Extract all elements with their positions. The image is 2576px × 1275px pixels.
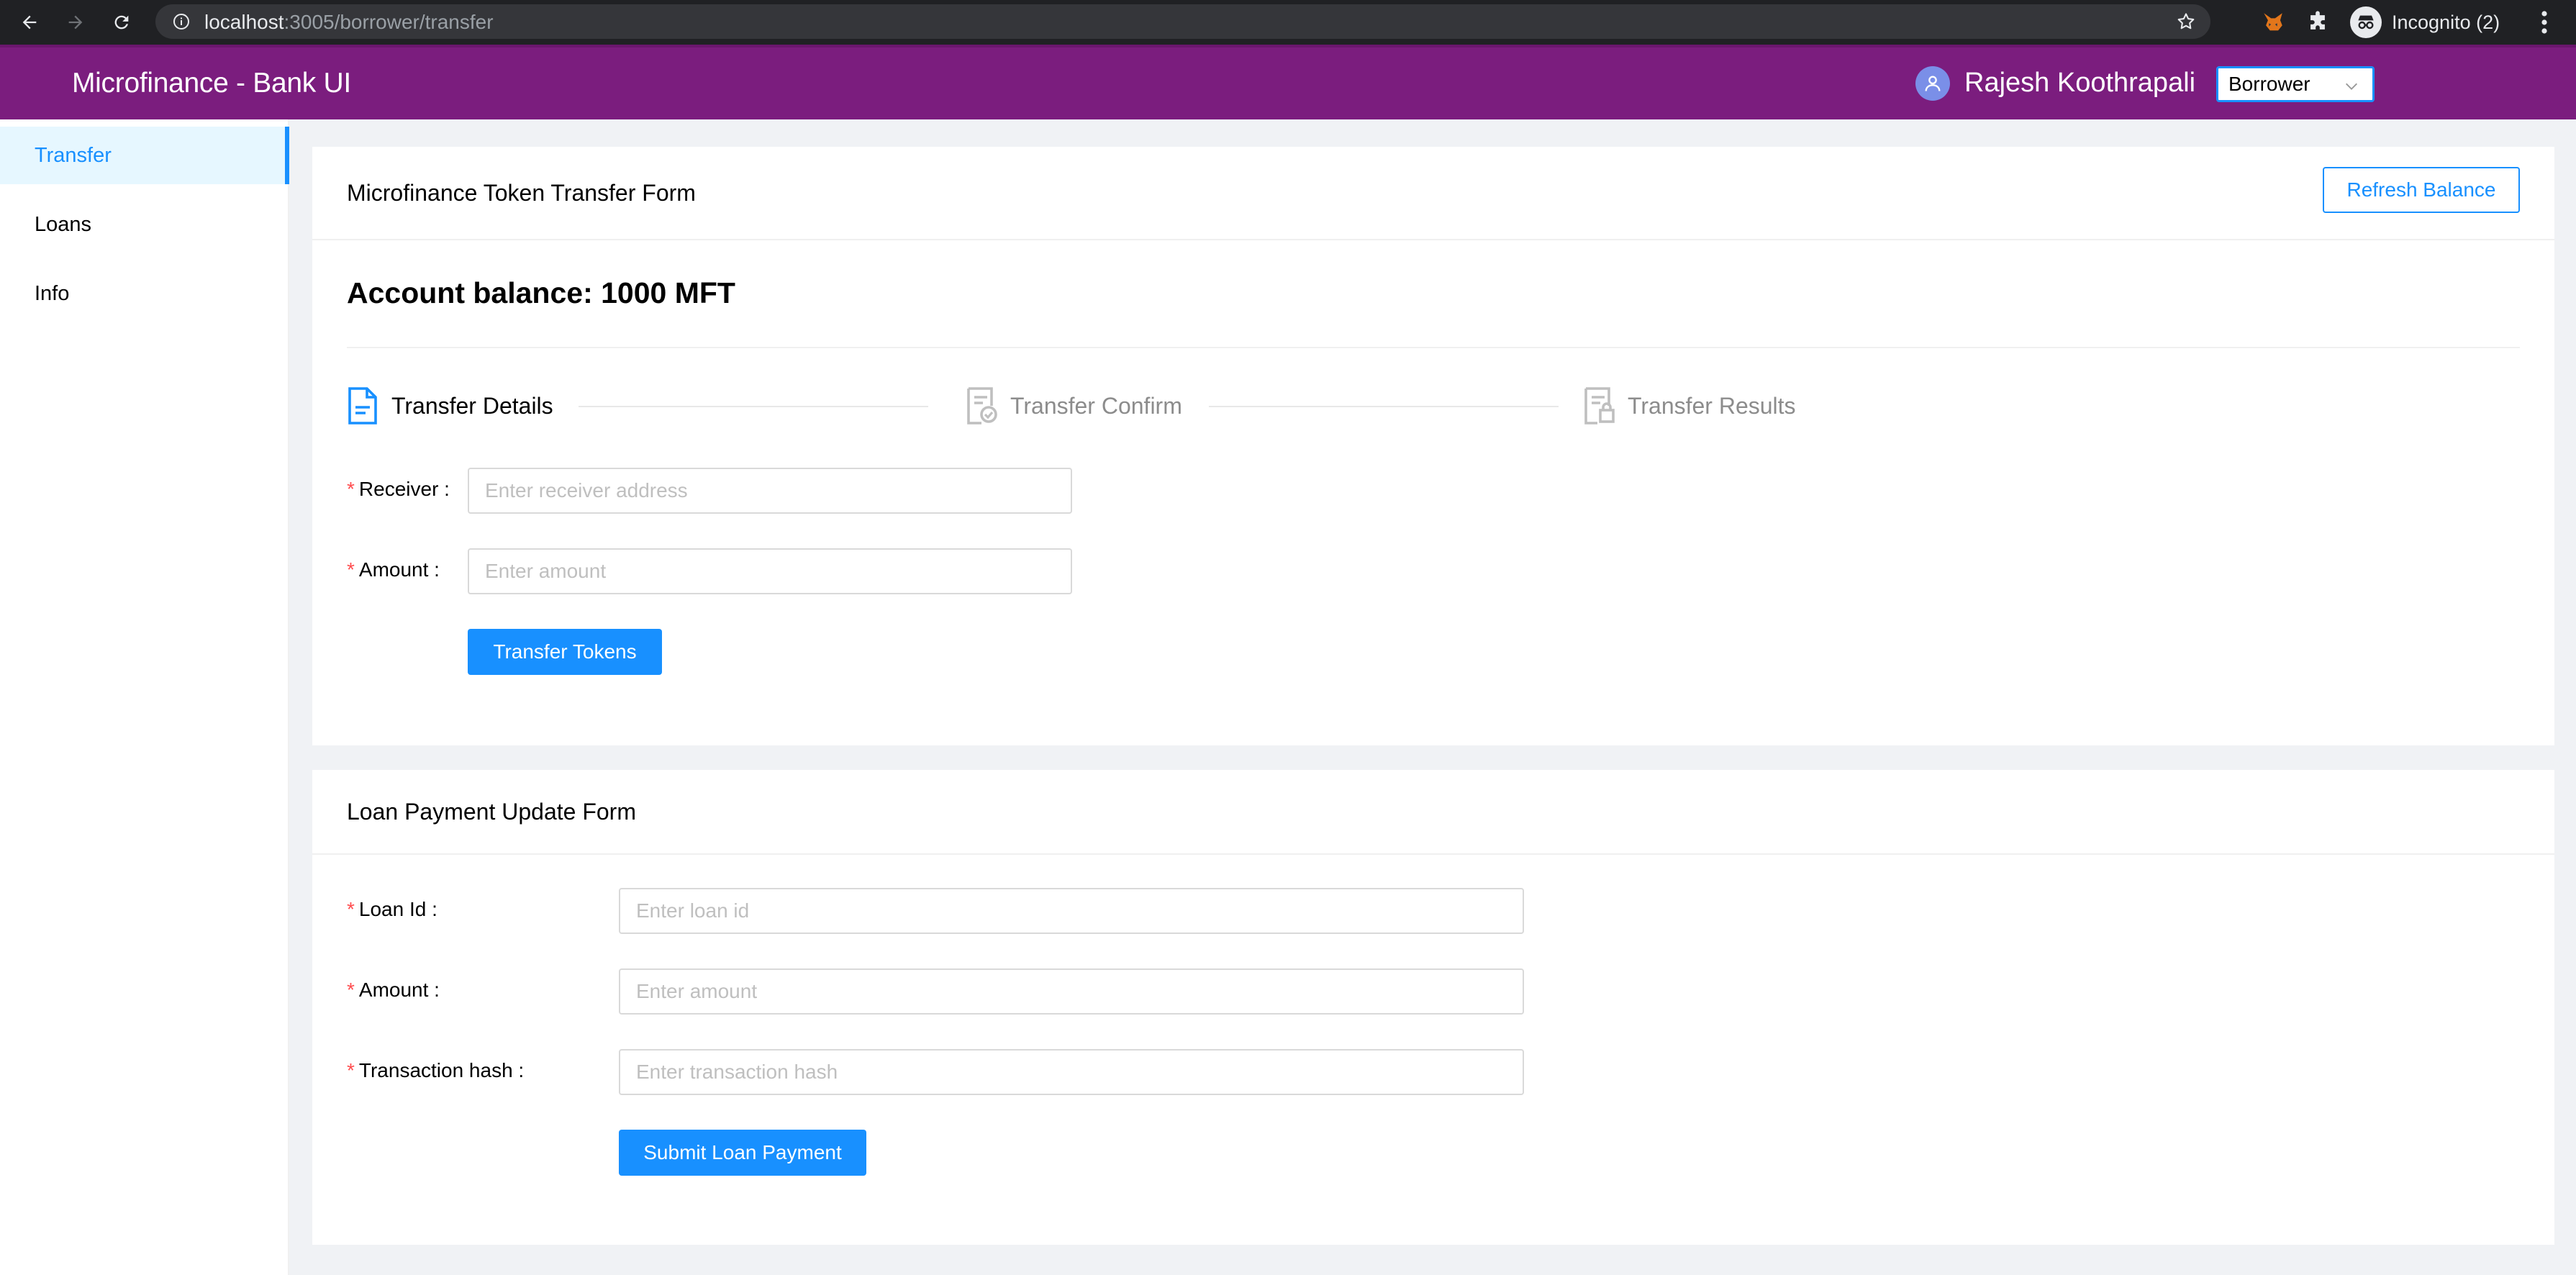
sidebar-item-label: Transfer [35, 143, 112, 167]
sidebar-item-transfer[interactable]: Transfer [0, 127, 289, 184]
url-text: localhost:3005/borrower/transfer [204, 11, 494, 33]
sidebar-item-info[interactable]: Info [0, 265, 289, 322]
info-icon[interactable] [173, 13, 190, 30]
role-select[interactable]: Borrower [2216, 66, 2375, 102]
metamask-fox-icon[interactable] [2261, 10, 2285, 35]
account-balance: Account balance: 1000 MFT [347, 276, 735, 309]
step-transfer-confirm: Transfer Confirm [966, 386, 1182, 426]
incognito-profile[interactable]: Incognito (2) [2350, 6, 2500, 39]
required-asterisk: * [347, 1059, 355, 1081]
step-label: Transfer Details [391, 392, 553, 419]
required-asterisk: * [347, 558, 355, 581]
transfer-amount-input[interactable] [468, 548, 1072, 594]
incognito-icon [2350, 6, 2382, 38]
back-arrow-icon[interactable] [16, 9, 43, 36]
sidebar-item-label: Info [35, 281, 70, 305]
divider [347, 347, 2520, 348]
required-asterisk: * [347, 979, 355, 1001]
tx-hash-input[interactable] [619, 1049, 1524, 1095]
required-asterisk: * [347, 478, 355, 500]
step-label: Transfer Results [1628, 392, 1796, 419]
browser-toolbar: localhost:3005/borrower/transfer Incogni… [0, 0, 2576, 45]
loan-card-title: Loan Payment Update Form [347, 799, 636, 825]
bookmark-star-icon[interactable] [2176, 12, 2196, 32]
role-select-value: Borrower [2228, 73, 2310, 95]
step-label: Transfer Confirm [1010, 392, 1182, 419]
transfer-card-title: Microfinance Token Transfer Form [347, 180, 696, 206]
loan-payment-card: Loan Payment Update Form *Loan Id : *Amo… [312, 770, 2554, 1245]
sidebar-item-label: Loans [35, 212, 92, 236]
file-protect-icon [1584, 387, 1615, 425]
user-avatar-icon [1915, 66, 1950, 101]
receiver-input[interactable] [468, 468, 1072, 514]
loan-card-header: Loan Payment Update Form [312, 770, 2554, 855]
address-bar[interactable]: localhost:3005/borrower/transfer [155, 4, 2210, 39]
step-transfer-details: Transfer Details [347, 386, 553, 426]
step-connector [1209, 406, 1559, 407]
app-title: Microfinance - Bank UI [72, 68, 351, 99]
loan-amount-label: * Amount : [347, 979, 440, 1001]
browser-menu-icon[interactable] [2539, 9, 2550, 35]
forward-arrow-icon[interactable] [62, 9, 89, 36]
transfer-amount-label: * Amount : [347, 558, 440, 581]
file-text-icon [348, 387, 377, 425]
loan-id-input[interactable] [619, 888, 1524, 934]
receiver-label: * Receiver : [347, 478, 450, 500]
required-asterisk: * [347, 898, 355, 920]
incognito-label: Incognito (2) [2392, 11, 2500, 33]
extensions-puzzle-icon[interactable] [2305, 10, 2330, 35]
transfer-card-header: Microfinance Token Transfer Form Refresh… [312, 147, 2554, 240]
tx-hash-label: * Transaction hash : [347, 1059, 525, 1081]
loan-id-label: * Loan Id : [347, 898, 437, 920]
loan-amount-input[interactable] [619, 968, 1524, 1015]
file-check-icon [967, 387, 997, 425]
step-transfer-results: Transfer Results [1583, 386, 1796, 426]
sidebar-item-loans[interactable]: Loans [0, 196, 289, 253]
chevron-down-icon [2346, 83, 2357, 90]
submit-loan-payment-button[interactable]: Submit Loan Payment [619, 1130, 866, 1176]
transfer-tokens-button[interactable]: Transfer Tokens [468, 629, 662, 675]
transfer-card: Microfinance Token Transfer Form Refresh… [312, 147, 2554, 745]
reload-icon[interactable] [108, 9, 135, 36]
step-connector [579, 406, 928, 407]
user-name: Rajesh Koothrapali [1964, 68, 2196, 98]
refresh-balance-button[interactable]: Refresh Balance [2323, 167, 2520, 213]
sidebar: Transfer Loans Info [0, 119, 289, 1275]
app-header: Microfinance - Bank UI Rajesh Koothrapal… [0, 45, 2576, 119]
